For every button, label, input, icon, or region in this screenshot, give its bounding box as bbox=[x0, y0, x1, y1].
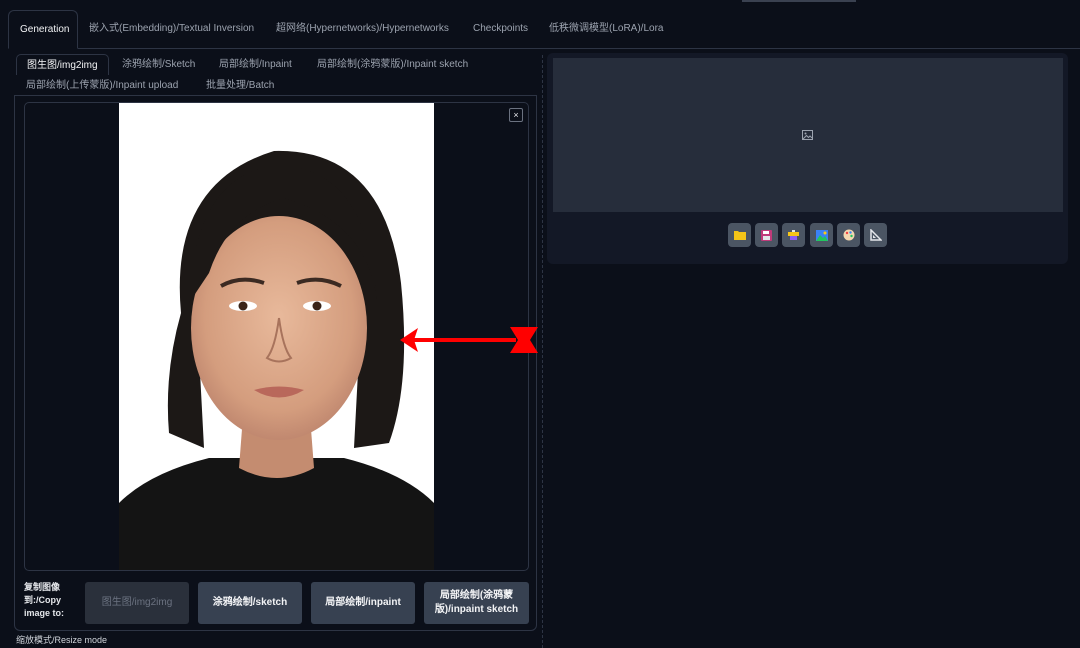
tab-generation[interactable]: Generation bbox=[8, 10, 78, 49]
tab-embedding[interactable]: 嵌入式(Embedding)/Textual Inversion bbox=[78, 10, 265, 48]
open-folder-button[interactable] bbox=[728, 223, 751, 247]
copy-image-to-label: 复制图像到:/Copy image to: bbox=[24, 582, 65, 618]
tab-checkpoints[interactable]: Checkpoints bbox=[462, 10, 539, 48]
tab-inpaint-upload[interactable]: 局部绘制(上传蒙版)/Inpaint upload bbox=[16, 75, 188, 96]
folder-icon bbox=[733, 231, 746, 240]
clear-image-button[interactable]: × bbox=[509, 108, 523, 122]
save-button[interactable] bbox=[755, 223, 778, 247]
zip-button[interactable] bbox=[782, 223, 805, 247]
copy-to-sketch-button[interactable]: 涂鸦绘制/sketch bbox=[198, 582, 302, 624]
portrait-illustration bbox=[119, 103, 434, 570]
zip-icon bbox=[788, 229, 799, 240]
send-to-inpaint-button[interactable] bbox=[837, 223, 860, 247]
tab-lora[interactable]: 低秩微调模型(LoRA)/Lora bbox=[538, 10, 674, 48]
tab-hypernetworks[interactable]: 超网络(Hypernetworks)/Hypernetworks bbox=[265, 10, 460, 48]
ruler-icon bbox=[869, 229, 882, 241]
copy-to-inpaint-sketch-button[interactable]: 局部绘制(涂鸦蒙版)/inpaint sketch bbox=[424, 582, 529, 624]
tab-sketch[interactable]: 涂鸦绘制/Sketch bbox=[112, 54, 205, 75]
top-scroll-indicator bbox=[742, 0, 856, 2]
save-icon bbox=[761, 229, 772, 241]
palette-icon bbox=[843, 229, 854, 241]
column-divider bbox=[542, 55, 543, 648]
send-to-extras-button[interactable] bbox=[864, 223, 887, 247]
image-icon bbox=[815, 229, 828, 241]
tab-batch[interactable]: 批量处理/Batch bbox=[196, 75, 284, 96]
send-to-img2img-button[interactable] bbox=[810, 223, 833, 247]
copy-to-img2img-button[interactable]: 图生图/img2img bbox=[85, 582, 189, 624]
tab-inpaint[interactable]: 局部绘制/Inpaint bbox=[209, 54, 302, 75]
uploaded-portrait-image bbox=[119, 103, 434, 570]
copy-to-inpaint-button[interactable]: 局部绘制/inpaint bbox=[311, 582, 415, 624]
resize-mode-label: 缩放模式/Resize mode bbox=[16, 635, 108, 645]
red-arrow-annotation bbox=[400, 327, 538, 353]
image-placeholder-icon bbox=[802, 130, 813, 140]
tab-inpaint-sketch[interactable]: 局部绘制(涂鸦蒙版)/Inpaint sketch bbox=[307, 54, 478, 75]
main-tabs: Generation 嵌入式(Embedding)/Textual Invers… bbox=[8, 10, 1080, 49]
tab-img2img[interactable]: 图生图/img2img bbox=[16, 54, 109, 75]
